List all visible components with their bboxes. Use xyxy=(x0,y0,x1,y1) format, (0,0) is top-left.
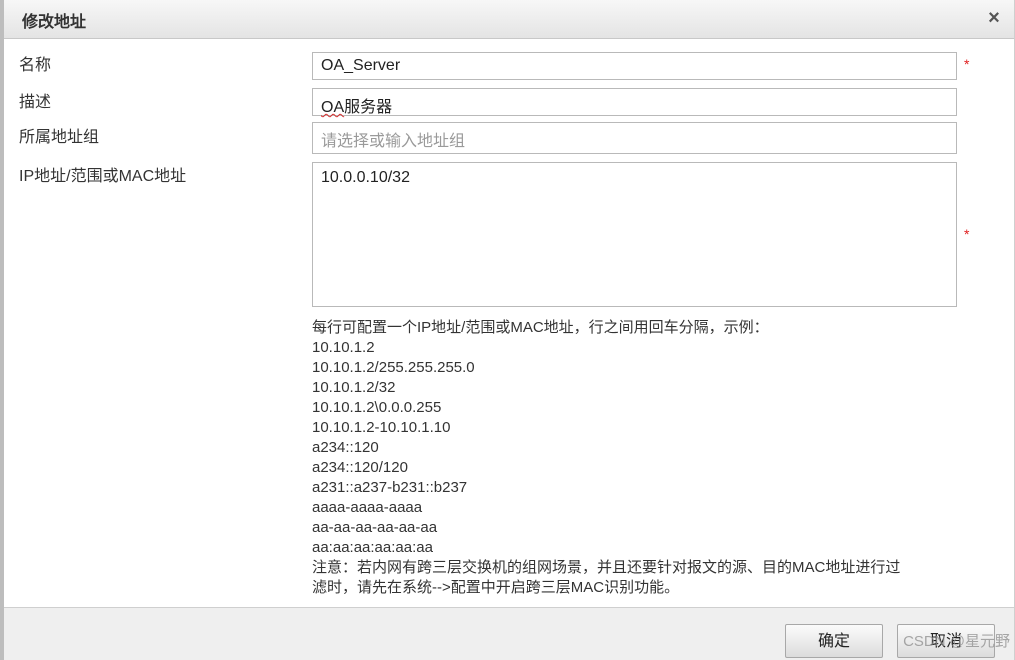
help-example: aaaa-aaaa-aaaa xyxy=(312,499,423,516)
help-example: 10.10.1.2-10.10.1.10 xyxy=(312,419,451,436)
help-example: 10.10.1.2\0.0.0.255 xyxy=(312,399,442,416)
description-value-prefix: OA xyxy=(321,99,345,116)
ok-button[interactable]: 确定 xyxy=(785,624,883,658)
help-example: a234::120/120 xyxy=(312,459,408,476)
dialog-footer: 确定 取消 xyxy=(4,607,1014,660)
watermark: CSDN @星元野 xyxy=(903,633,1010,650)
help-example: 10.10.1.2 xyxy=(312,339,375,356)
help-example: a234::120 xyxy=(312,439,379,456)
help-note-line2: 滤时，请先在系统-->配置中开启跨三层MAC识别功能。 xyxy=(312,579,680,596)
description-field[interactable]: OA服务器 xyxy=(312,88,957,116)
ip-mac-label: IP地址/范围或MAC地址 xyxy=(19,168,187,185)
ip-mac-textarea[interactable]: 10.0.0.10/32 xyxy=(312,162,957,307)
help-text: 每行可配置一个IP地址/范围或MAC地址，行之间用回车分隔，示例： 10.10.… xyxy=(312,318,992,598)
name-field[interactable]: OA_Server xyxy=(312,52,957,80)
edit-address-dialog: 修改地址 × 名称 OA_Server * 描述 OA服务器 所属地址组 请选择… xyxy=(0,0,1015,660)
help-example: aa-aa-aa-aa-aa-aa xyxy=(312,519,438,536)
help-example: a231::a237-b231::b237 xyxy=(312,479,468,496)
name-required-mark: * xyxy=(964,56,970,72)
help-intro: 每行可配置一个IP地址/范围或MAC地址，行之间用回车分隔，示例： xyxy=(312,319,769,336)
help-example: aa:aa:aa:aa:aa:aa xyxy=(312,539,433,556)
ip-required-mark: * xyxy=(964,226,970,242)
name-label: 名称 xyxy=(19,57,52,74)
help-example: 10.10.1.2/32 xyxy=(312,379,396,396)
help-note-line1: 注意：若内网有跨三层交换机的组网场景，并且还要针对报文的源、目的MAC地址进行过 xyxy=(312,559,901,576)
address-group-input[interactable]: 请选择或输入地址组 xyxy=(312,122,957,154)
description-value-suffix: 服务器 xyxy=(344,99,393,116)
address-group-label: 所属地址组 xyxy=(19,129,100,146)
dialog-title: 修改地址 xyxy=(22,14,87,31)
close-icon[interactable]: × xyxy=(982,6,1006,30)
description-label: 描述 xyxy=(19,94,52,111)
help-example: 10.10.1.2/255.255.255.0 xyxy=(312,359,475,376)
dialog-titlebar: 修改地址 × xyxy=(4,0,1014,39)
